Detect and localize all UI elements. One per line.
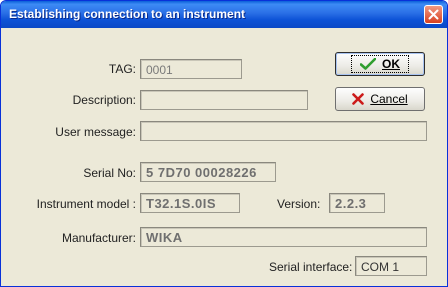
dialog-window: Establishing connection to an instrument… (0, 0, 448, 287)
version-label: Version: (277, 197, 321, 211)
cancel-button-label: Cancel (370, 92, 408, 106)
description-field[interactable] (140, 90, 308, 110)
serial-interface-field: COM 1 (355, 256, 427, 276)
close-button[interactable] (424, 5, 443, 24)
version-field: 2.2.3 (329, 193, 385, 213)
tag-label: TAG: (108, 62, 136, 76)
title-bar[interactable]: Establishing connection to an instrument (1, 1, 447, 28)
instrument-model-field: T32.1S.0IS (140, 193, 240, 213)
cancel-button[interactable]: Cancel (335, 87, 425, 111)
manufacturer-field: WIKA (140, 227, 427, 247)
serial-no-field: 5 7D70 00028226 (140, 162, 276, 182)
user-message-label: User message: (55, 125, 136, 139)
checkmark-icon (360, 58, 376, 70)
ok-button-label: OK (382, 57, 400, 71)
serial-no-label: Serial No: (83, 166, 136, 180)
red-x-icon (352, 93, 365, 105)
serial-interface-label: Serial interface: (269, 260, 353, 274)
description-label: Description: (72, 93, 136, 107)
close-icon (428, 9, 439, 20)
ok-button[interactable]: OK (335, 52, 425, 76)
user-message-field[interactable] (140, 121, 427, 141)
window-title: Establishing connection to an instrument (9, 7, 246, 21)
instrument-model-label: Instrument model : (36, 197, 136, 211)
manufacturer-label: Manufacturer: (61, 231, 136, 245)
tag-field[interactable]: 0001 (140, 59, 242, 79)
